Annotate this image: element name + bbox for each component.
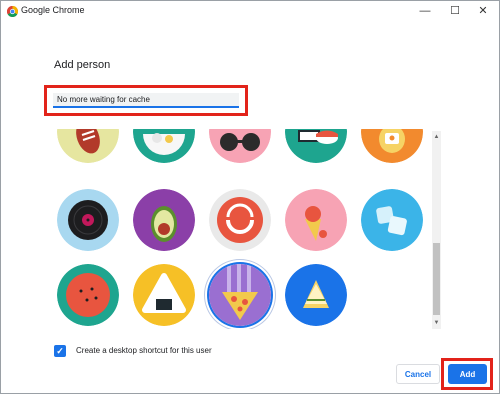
football-icon (57, 129, 119, 163)
avatar-avocado[interactable] (133, 189, 195, 251)
chrome-window: Google Chrome — ☐ ✕ Add person No more w… (0, 0, 500, 394)
add-button[interactable]: Add (448, 364, 487, 384)
cancel-button[interactable]: Cancel (396, 364, 440, 384)
title-bar: Google Chrome — ☐ ✕ (1, 1, 499, 23)
sushi-icon (285, 129, 347, 163)
maximize-button[interactable]: ☐ (441, 3, 469, 20)
desktop-shortcut-label: Create a desktop shortcut for this user (76, 346, 212, 355)
avatar-watermelon[interactable] (57, 264, 119, 326)
scrollbar-thumb[interactable] (433, 243, 440, 315)
avatar-sandwich[interactable] (285, 264, 347, 326)
avatar-vinyl-record[interactable] (57, 189, 119, 251)
person-name-input[interactable] (53, 93, 239, 108)
window-title: Google Chrome (21, 5, 85, 15)
avatar-football[interactable] (57, 129, 119, 163)
avatar-ice-cubes[interactable] (361, 189, 423, 251)
sandwich-icon (285, 264, 347, 326)
scroll-down-arrow-icon[interactable]: ▼ (432, 319, 441, 327)
sunglasses-icon (209, 129, 271, 163)
avatar-tamagotchi[interactable] (361, 129, 423, 163)
noodle-bowl-icon (133, 129, 195, 163)
minimize-button[interactable]: — (411, 3, 439, 20)
avatar-grid (51, 129, 431, 329)
pizza-icon (209, 264, 271, 326)
watermelon-icon (57, 264, 119, 326)
name-field-highlight (44, 85, 248, 116)
avocado-icon (133, 189, 195, 251)
avatar-smile[interactable] (209, 189, 271, 251)
chrome-logo-icon (7, 6, 18, 17)
onigiri-icon (133, 264, 195, 326)
dialog-heading: Add person (54, 59, 111, 71)
avatar-sunglasses[interactable] (209, 129, 271, 163)
avatar-pizza[interactable] (209, 264, 271, 326)
scroll-up-arrow-icon[interactable]: ▲ (432, 133, 441, 141)
avatar-ice-cream[interactable] (285, 189, 347, 251)
vinyl-record-icon (57, 189, 119, 251)
smile-icon (209, 189, 271, 251)
ice-cubes-icon (361, 189, 423, 251)
ice-cream-icon (285, 189, 347, 251)
avatar-onigiri[interactable] (133, 264, 195, 326)
avatar-sushi[interactable] (285, 129, 347, 163)
tamagotchi-icon (361, 129, 423, 163)
avatar-scrollbar[interactable]: ▲ ▼ (432, 131, 441, 329)
close-button[interactable]: ✕ (469, 3, 497, 20)
avatar-noodle-bowl[interactable] (133, 129, 195, 163)
desktop-shortcut-checkbox[interactable]: ✓ (54, 345, 66, 357)
add-button-highlight: Add (441, 358, 493, 390)
